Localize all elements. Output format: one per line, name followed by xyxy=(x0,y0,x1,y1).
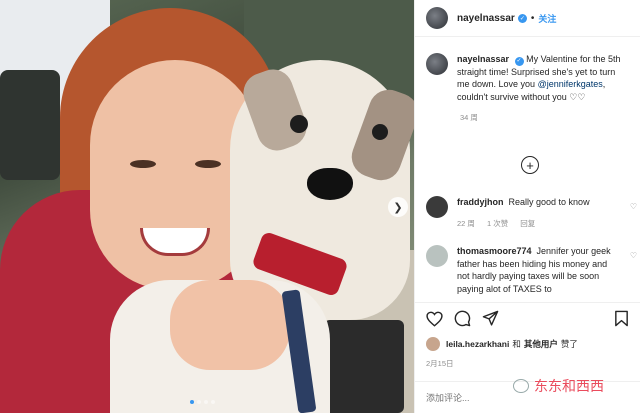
watermark: 东东和西西 xyxy=(513,376,604,396)
comment-item: fraddyjhon Really good to know 22 周 1 次赞… xyxy=(426,196,640,230)
watermark-text: 东东和西西 xyxy=(534,379,604,395)
caption-mention-link[interactable]: @jenniferkgates xyxy=(538,79,603,89)
photo-bg-chair-right xyxy=(324,320,404,413)
author-username[interactable]: nayelnassar xyxy=(457,13,515,24)
comment-time: 22 周 xyxy=(457,218,475,228)
liker-avatar[interactable] xyxy=(426,337,440,351)
comment-text: Really good to know xyxy=(508,197,590,207)
comment-heart-icon[interactable]: ♡ xyxy=(630,251,637,260)
comment-body: fraddyjhon Really good to know 22 周 1 次赞… xyxy=(457,196,622,230)
comment-heart-icon[interactable]: ♡ xyxy=(630,202,637,211)
caption-text: nayelnassar ✓ My Valentine for the 5th s… xyxy=(457,53,629,103)
verified-badge-icon: ✓ xyxy=(517,13,527,23)
carousel-dot xyxy=(190,400,194,404)
photo-eye-right xyxy=(195,160,221,168)
chevron-right-icon[interactable]: ❯ xyxy=(388,197,408,217)
caption-author-avatar[interactable] xyxy=(426,53,448,75)
share-icon[interactable] xyxy=(482,310,499,327)
comment-username[interactable]: fraddyjhon xyxy=(457,197,504,207)
post-sidebar: nayelnassar ✓ • 关注 nayelnassar ✓ My Vale… xyxy=(414,0,640,413)
comment-reply-button[interactable]: 回复 xyxy=(520,218,535,231)
likes-suffix: 赞了 xyxy=(560,339,578,349)
comment-likes[interactable]: 1 次赞 xyxy=(487,218,508,231)
comment-item: thomasmoore774 Jennifer your geek father… xyxy=(426,245,640,295)
photo-dog-eye-left xyxy=(290,115,308,133)
comment-icon[interactable] xyxy=(454,310,471,327)
author-avatar[interactable] xyxy=(426,7,448,29)
comment-meta: 22 周 1 次赞 回复 xyxy=(457,218,622,231)
likes-others-link[interactable]: 其他用户 xyxy=(524,338,558,350)
bookmark-icon[interactable] xyxy=(613,310,630,327)
post-caption: nayelnassar ✓ My Valentine for the 5th s… xyxy=(415,37,640,103)
photo-dog-eye-right xyxy=(372,124,388,140)
comment-avatar[interactable] xyxy=(426,245,448,267)
photo-bg-chair xyxy=(0,70,60,180)
wechat-icon xyxy=(513,379,529,393)
caption-timestamp: 34 周 xyxy=(460,113,478,123)
liker-username[interactable]: leila.hezarkhani xyxy=(446,339,509,349)
verified-badge-icon: ✓ xyxy=(514,56,524,66)
plus-circle-icon[interactable]: + xyxy=(521,156,539,174)
follow-button[interactable]: 关注 xyxy=(538,12,556,25)
likes-connector: 和 xyxy=(512,339,521,349)
photo-hand xyxy=(170,280,290,370)
likes-summary: leila.hezarkhani 和 其他用户 赞了 xyxy=(426,337,578,351)
post-photo[interactable]: ❯ xyxy=(0,0,414,413)
carousel-dot xyxy=(211,400,215,404)
caption-username[interactable]: nayelnassar xyxy=(457,54,509,64)
heart-icon[interactable] xyxy=(426,310,443,327)
header-separator: • xyxy=(530,12,535,24)
carousel-dot xyxy=(197,400,201,404)
comment-body: thomasmoore774 Jennifer your geek father… xyxy=(457,245,622,295)
comment-username[interactable]: thomasmoore774 xyxy=(457,246,532,256)
comment-avatar[interactable] xyxy=(426,196,448,218)
post-date: 2月15日 xyxy=(426,359,454,368)
carousel-dots xyxy=(190,400,215,404)
post-header: nayelnassar ✓ • 关注 xyxy=(415,0,640,37)
photo-eye-left xyxy=(130,160,156,168)
carousel-dot xyxy=(204,400,208,404)
photo-dog-nose xyxy=(307,168,353,200)
comment-input[interactable] xyxy=(426,392,526,403)
action-bar xyxy=(415,302,640,334)
